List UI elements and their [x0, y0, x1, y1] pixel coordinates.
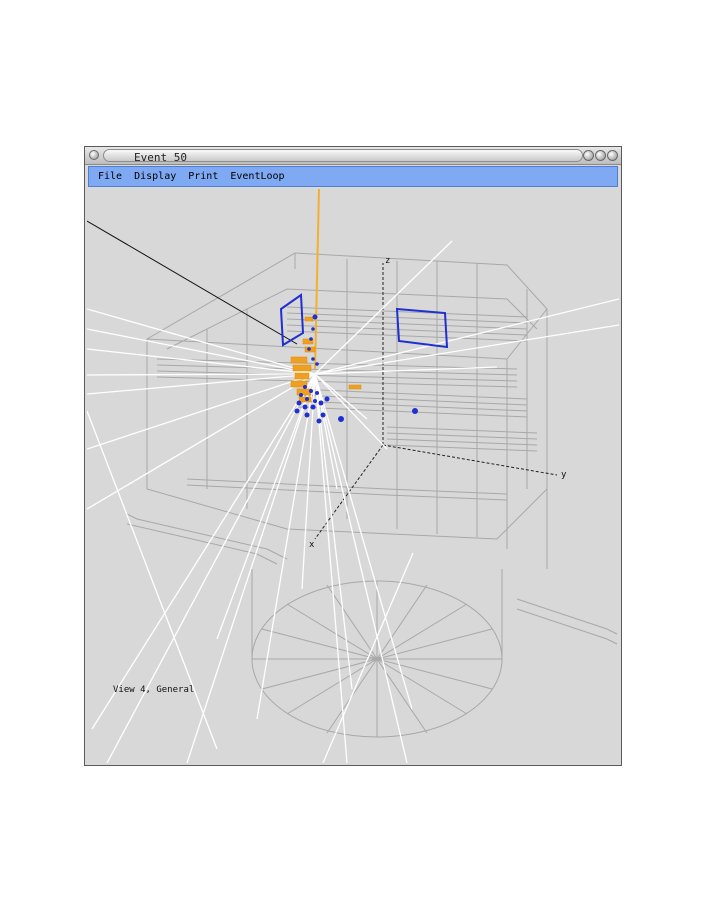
menu-eventloop[interactable]: EventLoop: [224, 167, 290, 186]
menu-bar: File Display Print EventLoop: [88, 166, 618, 187]
3d-viewport[interactable]: z y x View 4, General: [87, 189, 619, 763]
event-display-window: Event 50 File Display Print EventLoop z …: [84, 146, 622, 766]
window-controls: [583, 150, 618, 161]
y-axis-label: y: [561, 470, 567, 480]
menu-file[interactable]: File: [89, 167, 128, 186]
incoming-track-line: [87, 220, 298, 345]
menu-display[interactable]: Display: [128, 167, 182, 186]
minimize-icon[interactable]: [583, 150, 594, 161]
maximize-icon[interactable]: [595, 150, 606, 161]
z-axis-label: z: [385, 256, 390, 266]
window-title: Event 50: [134, 151, 187, 164]
close-icon[interactable]: [607, 150, 618, 161]
title-bar[interactable]: Event 50: [85, 147, 621, 165]
view-label: View 4, General: [113, 685, 195, 695]
detector-wireframe: [126, 252, 618, 738]
window-menu-icon[interactable]: [89, 150, 99, 160]
menu-print[interactable]: Print: [182, 167, 224, 186]
event-scene: z y x: [87, 189, 619, 763]
title-pill: Event 50: [103, 149, 583, 164]
x-axis-label: x: [309, 540, 315, 550]
